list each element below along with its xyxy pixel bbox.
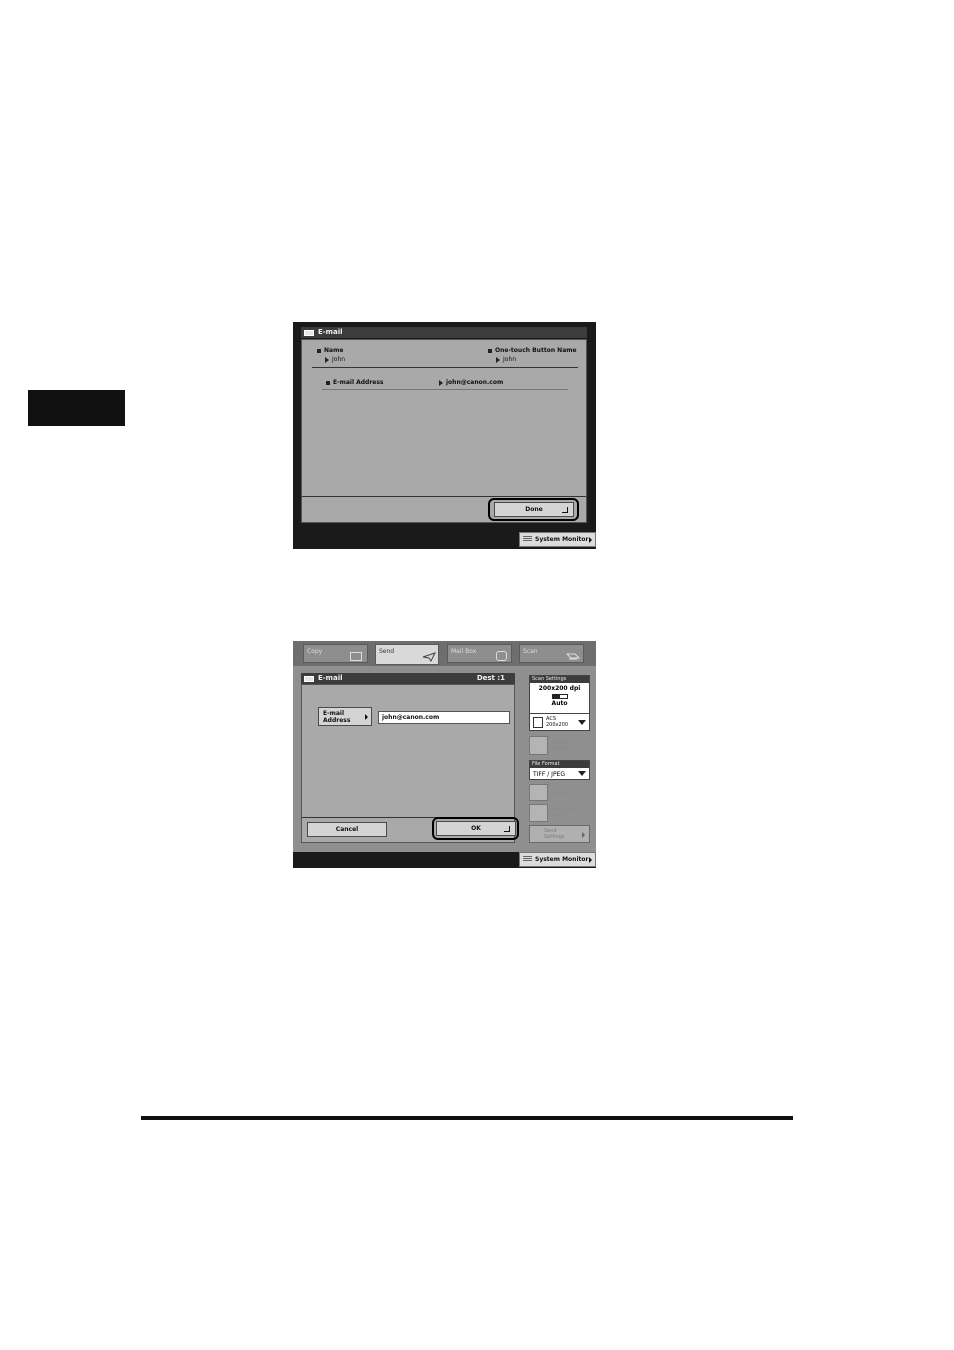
screen-email-entry: Copy Send Mail Box Scan E-mail Dest :1 E… (293, 641, 596, 868)
tab-copy[interactable]: Copy (303, 644, 368, 663)
two-sided-original-button[interactable]: 2-Sided Original (529, 736, 590, 755)
triangle-icon (496, 356, 500, 363)
system-monitor-button[interactable]: System Monitor (519, 852, 596, 867)
onetouch-name-value: John (496, 356, 516, 363)
arrow-right-icon (365, 714, 368, 720)
screen-title: E-mail (318, 674, 343, 682)
tab-scan[interactable]: Scan (519, 644, 584, 663)
two-sided-icon (529, 736, 548, 755)
divider (302, 496, 586, 497)
name-label: Name (317, 347, 343, 354)
details-panel: Name John One-touch Button Name John E-m… (301, 339, 587, 523)
system-monitor-button[interactable]: System Monitor (519, 532, 596, 547)
arrow-right-icon (589, 857, 592, 863)
monitor-icon (523, 536, 532, 542)
ok-button[interactable]: OK (436, 821, 516, 836)
name-value: John (325, 356, 345, 363)
email-address-button[interactable]: E-mail Address (318, 707, 372, 726)
dropdown-arrow-icon (578, 720, 586, 725)
email-address-label: E-mail Address (326, 379, 384, 386)
cancel-button[interactable]: Cancel (307, 822, 387, 837)
job-done-notice-button[interactable]: Job Done Notice (529, 804, 590, 822)
divider (322, 389, 568, 390)
mailbox-icon (496, 651, 507, 661)
title-bar: E-mail (301, 327, 587, 338)
document-icon (533, 717, 543, 728)
paper-plane-icon (422, 652, 436, 662)
resolution-value: 200x200 dpi (538, 685, 581, 692)
mail-icon (304, 330, 314, 336)
dropdown-arrow-icon (578, 771, 586, 776)
color-mode-value: Auto (551, 700, 568, 707)
email-address-value: john@canon.com (439, 379, 503, 386)
arrow-right-icon (582, 832, 585, 838)
bullet-icon (317, 348, 321, 353)
footer-rule (141, 1116, 793, 1120)
tab-send[interactable]: Send (375, 644, 439, 665)
return-icon (562, 507, 568, 513)
scan-settings-label: Scan Settings (530, 676, 589, 683)
preview-button[interactable]: Preview (529, 784, 590, 801)
dest-count: Dest :1 (476, 674, 505, 682)
system-monitor-label: System Monitor (535, 536, 589, 543)
arrow-right-icon (589, 537, 592, 543)
triangle-icon (439, 379, 443, 386)
acs-select[interactable]: ACS 200x200 (529, 713, 590, 731)
screen-email-details: E-mail Name John One-touch Button Name J… (293, 322, 596, 549)
job-notice-icon (529, 804, 548, 822)
chapter-tab-marker (28, 390, 125, 426)
mail-icon (304, 676, 314, 682)
send-settings-button[interactable]: Send Settings (529, 825, 590, 843)
magnifier-icon (529, 784, 548, 801)
bullet-icon (488, 348, 492, 353)
return-icon (504, 826, 510, 832)
file-format-label: File Format (530, 761, 589, 768)
acs-resolution: 200x200 (546, 722, 569, 728)
triangle-icon (325, 356, 329, 363)
color-mode-icon (551, 694, 568, 699)
tab-mail-box[interactable]: Mail Box (447, 644, 512, 663)
bullet-icon (326, 380, 330, 385)
system-monitor-label: System Monitor (535, 856, 589, 863)
screen-title: E-mail (318, 328, 343, 336)
copy-icon (350, 652, 362, 661)
divider (312, 367, 578, 368)
title-bar: E-mail Dest :1 (301, 673, 515, 684)
email-address-input[interactable]: john@canon.com (378, 711, 510, 724)
file-format-select[interactable]: File Format TIFF / JPEG (529, 760, 590, 780)
done-button[interactable]: Done (494, 502, 574, 517)
done-label: Done (525, 506, 543, 513)
onetouch-name-label: One-touch Button Name (488, 347, 577, 354)
scan-icon (566, 651, 580, 661)
monitor-icon (523, 856, 532, 862)
